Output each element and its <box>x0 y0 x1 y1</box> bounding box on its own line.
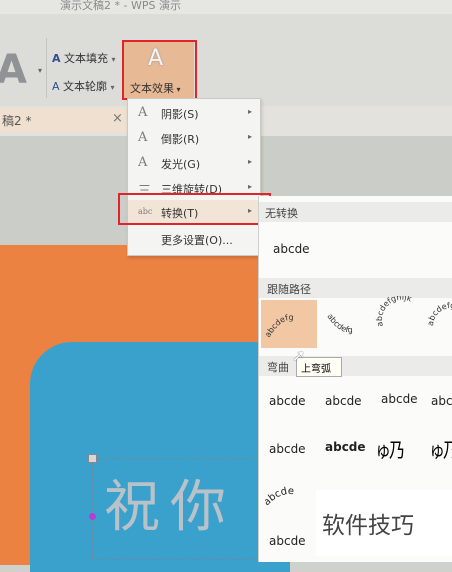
gallery-item-circle[interactable]: abcdefghijk <box>375 293 431 352</box>
title-bar: 演示文稿2 * - WPS 演示 <box>0 0 452 14</box>
watermark: 软件技巧 <box>316 490 452 556</box>
text-outline-icon: A <box>52 80 60 93</box>
menu-item-glow[interactable]: A 发光(G) ▸ <box>128 151 260 175</box>
highlight-transform <box>118 193 271 225</box>
button-preview: abcdefgh <box>427 301 452 326</box>
menu-item-label: 发光(G) <box>161 158 201 171</box>
chevron-right-icon: ▸ <box>247 182 252 191</box>
gallery-item-warp[interactable]: abcde <box>381 392 418 406</box>
section-header-warp: 弯曲 <box>259 356 452 376</box>
ribbon-divider <box>46 38 47 98</box>
arch-down-preview: abcdefg <box>325 312 353 335</box>
window-title: 演示文稿2 * - WPS 演示 <box>60 0 181 12</box>
svg-text:abcdefgh: abcdefgh <box>427 301 452 326</box>
svg-text:abcdefg: abcdefg <box>263 313 294 339</box>
gallery-item-warp[interactable]: abcde <box>269 394 306 408</box>
gallery-item-warp[interactable]: abc <box>431 394 452 408</box>
resize-handle[interactable] <box>88 454 97 463</box>
gallery-item-warp-wave[interactable]: ゅ乃 <box>375 433 405 463</box>
chevron-right-icon: ▸ <box>247 157 252 166</box>
text-fill-label: 文本填充 <box>64 52 109 65</box>
gallery-item-warp[interactable]: abcde <box>325 394 362 408</box>
slide-text[interactable]: 祝你 <box>104 462 236 543</box>
section-header-follow-path: 跟随路径 <box>259 278 452 298</box>
document-tab[interactable]: 稿2 * × <box>0 108 131 132</box>
circle-preview: abcdefghijk <box>375 293 413 328</box>
gallery-item-warp[interactable]: abcde <box>325 440 366 454</box>
text-outline-label: 文本轮廓 <box>63 80 108 93</box>
text-fill-icon: A <box>52 52 61 65</box>
gallery-item-arch-down[interactable]: abcdefg <box>321 302 377 348</box>
reflection-icon: A <box>138 130 148 145</box>
text-outline-button[interactable]: A 文本轮廓 ▾ <box>52 78 115 94</box>
menu-item-label: 更多设置(O)... <box>161 234 233 247</box>
chevron-right-icon: ▸ <box>247 107 252 116</box>
rotate-handle[interactable] <box>89 513 96 520</box>
text-fill-button[interactable]: A 文本填充 ▾ <box>52 50 116 66</box>
text-effect-menu: A 阴影(S) ▸ A 倒影(R) ▸ A 发光(G) ▸ 三 三维旋转(D) … <box>127 98 261 256</box>
menu-item-label: 倒影(R) <box>161 133 200 146</box>
svg-text:abcdefghijk: abcdefghijk <box>375 296 413 328</box>
gallery-item-button[interactable]: abcdefgh <box>427 296 452 352</box>
menu-item-shadow[interactable]: A 阴影(S) ▸ <box>128 101 260 125</box>
document-tab-label: 稿2 * <box>2 114 32 128</box>
menu-item-reflection[interactable]: A 倒影(R) ▸ <box>128 126 260 150</box>
gallery-item-warp-wave[interactable]: ゅ乃 <box>429 433 452 463</box>
gallery-item-warp[interactable]: abcde <box>269 534 306 548</box>
svg-text:abcde: abcde <box>265 486 294 508</box>
section-header-no-transform: 无转换 <box>259 202 452 222</box>
gallery-item-arch-up[interactable]: abcdefg <box>261 300 317 348</box>
gallery-item-warp-arch[interactable]: abcde <box>261 482 313 510</box>
font-style-preview[interactable]: A <box>0 50 27 90</box>
highlight-text-effect <box>122 40 197 100</box>
chevron-down-icon: ▾ <box>110 83 115 92</box>
style-dropdown-icon[interactable]: ▾ <box>38 66 42 75</box>
chevron-down-icon: ▾ <box>111 55 116 64</box>
gallery-item-no-transform[interactable]: abcde <box>273 242 310 256</box>
menu-item-label: 阴影(S) <box>161 108 199 121</box>
arch-up-preview: abcdefg <box>263 313 294 339</box>
warp-arch-preview: abcde <box>261 486 294 508</box>
mouse-cursor-icon: ➚ <box>292 346 306 365</box>
svg-text:abcdefg: abcdefg <box>325 312 353 335</box>
chevron-right-icon: ▸ <box>247 132 252 141</box>
glow-icon: A <box>138 155 148 170</box>
close-icon[interactable]: × <box>112 111 123 126</box>
shadow-icon: A <box>138 105 148 120</box>
gallery-item-warp[interactable]: abcde <box>269 442 306 456</box>
menu-item-more-settings[interactable]: 更多设置(O)... <box>128 227 260 251</box>
